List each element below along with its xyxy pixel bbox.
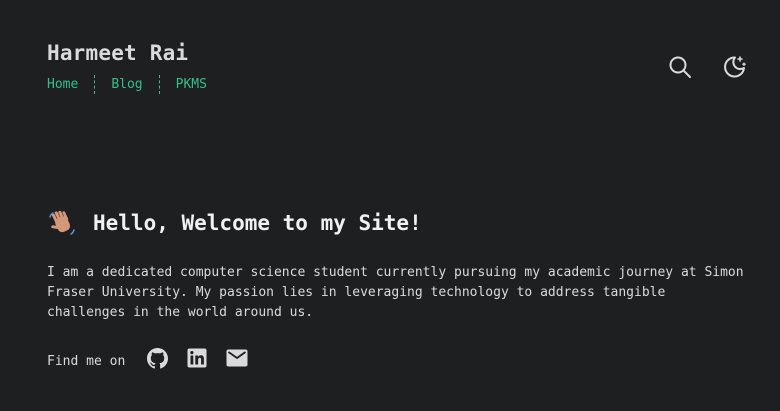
social-links: Find me on bbox=[47, 347, 266, 369]
hero-title: Hello, Welcome to my Site! bbox=[93, 211, 422, 235]
nav-item-blog[interactable]: Blog bbox=[111, 77, 142, 92]
nav-item-home[interactable]: Home bbox=[47, 77, 78, 92]
theme-toggle-button[interactable] bbox=[721, 54, 747, 80]
hero-heading: Hello, Welcome to my Site! bbox=[47, 208, 747, 238]
header-actions bbox=[667, 54, 747, 80]
github-link[interactable] bbox=[146, 347, 168, 369]
site-title[interactable]: Harmeet Rai bbox=[47, 41, 188, 65]
linkedin-link[interactable] bbox=[186, 347, 208, 369]
hero-section: Hello, Welcome to my Site! I am a dedica… bbox=[47, 208, 747, 323]
linkedin-icon bbox=[187, 348, 207, 368]
email-link[interactable] bbox=[226, 347, 248, 369]
waving-hand-icon bbox=[49, 210, 75, 235]
email-icon bbox=[226, 349, 248, 367]
search-button[interactable] bbox=[667, 54, 693, 80]
main-nav: Home Blog PKMS bbox=[47, 75, 207, 94]
github-icon bbox=[146, 347, 168, 368]
nav-divider bbox=[94, 75, 96, 94]
social-label: Find me on bbox=[47, 353, 126, 369]
search-icon bbox=[669, 56, 691, 78]
nav-item-pkms[interactable]: PKMS bbox=[176, 77, 207, 92]
moon-stars-icon bbox=[724, 56, 746, 78]
nav-divider bbox=[158, 75, 160, 94]
hero-paragraph: I am a dedicated computer science studen… bbox=[47, 265, 744, 320]
page: Harmeet Rai Home Blog PKMS Hello, Welcom… bbox=[0, 0, 780, 411]
